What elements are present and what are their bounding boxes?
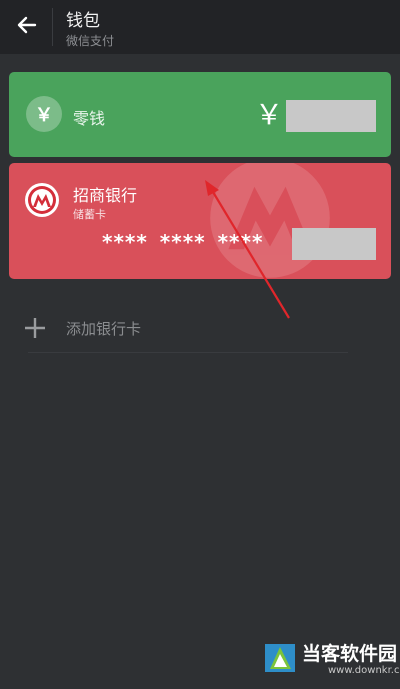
back-button[interactable] bbox=[12, 10, 42, 40]
top-bar: 钱包 微信支付 bbox=[0, 0, 400, 54]
bank-name: 招商银行 bbox=[73, 186, 138, 205]
header-divider bbox=[52, 8, 53, 46]
brand-name: 当客软件园 bbox=[302, 643, 398, 665]
add-bank-card-label: 添加银行卡 bbox=[66, 320, 142, 338]
balance-redacted bbox=[286, 100, 376, 132]
change-card[interactable]: ￥ 零钱 ￥ bbox=[9, 72, 391, 157]
card-number: **** **** **** bbox=[102, 230, 264, 254]
yen-coin-icon: ￥ bbox=[26, 96, 62, 132]
brand-logo-icon bbox=[265, 644, 295, 672]
arrow-left-icon bbox=[17, 16, 37, 34]
page-subtitle: 微信支付 bbox=[66, 34, 115, 48]
card-last-digits-redacted bbox=[292, 228, 376, 260]
change-label: 零钱 bbox=[73, 109, 106, 128]
add-row-divider bbox=[28, 352, 348, 353]
page-title: 钱包 bbox=[66, 11, 100, 31]
add-bank-card-button[interactable]: 添加银行卡 bbox=[24, 310, 324, 350]
bank-card-cmb[interactable]: 招商银行 储蓄卡 **** **** **** bbox=[9, 163, 391, 279]
brand-url: www.downkr.com bbox=[328, 665, 400, 676]
cmb-logo-icon bbox=[25, 183, 59, 217]
card-type: 储蓄卡 bbox=[73, 208, 106, 221]
currency-symbol: ￥ bbox=[255, 98, 284, 131]
site-watermark: 当客软件园 www.downkr.com bbox=[262, 635, 400, 680]
cmb-watermark-logo bbox=[210, 163, 330, 278]
plus-icon bbox=[25, 318, 45, 338]
